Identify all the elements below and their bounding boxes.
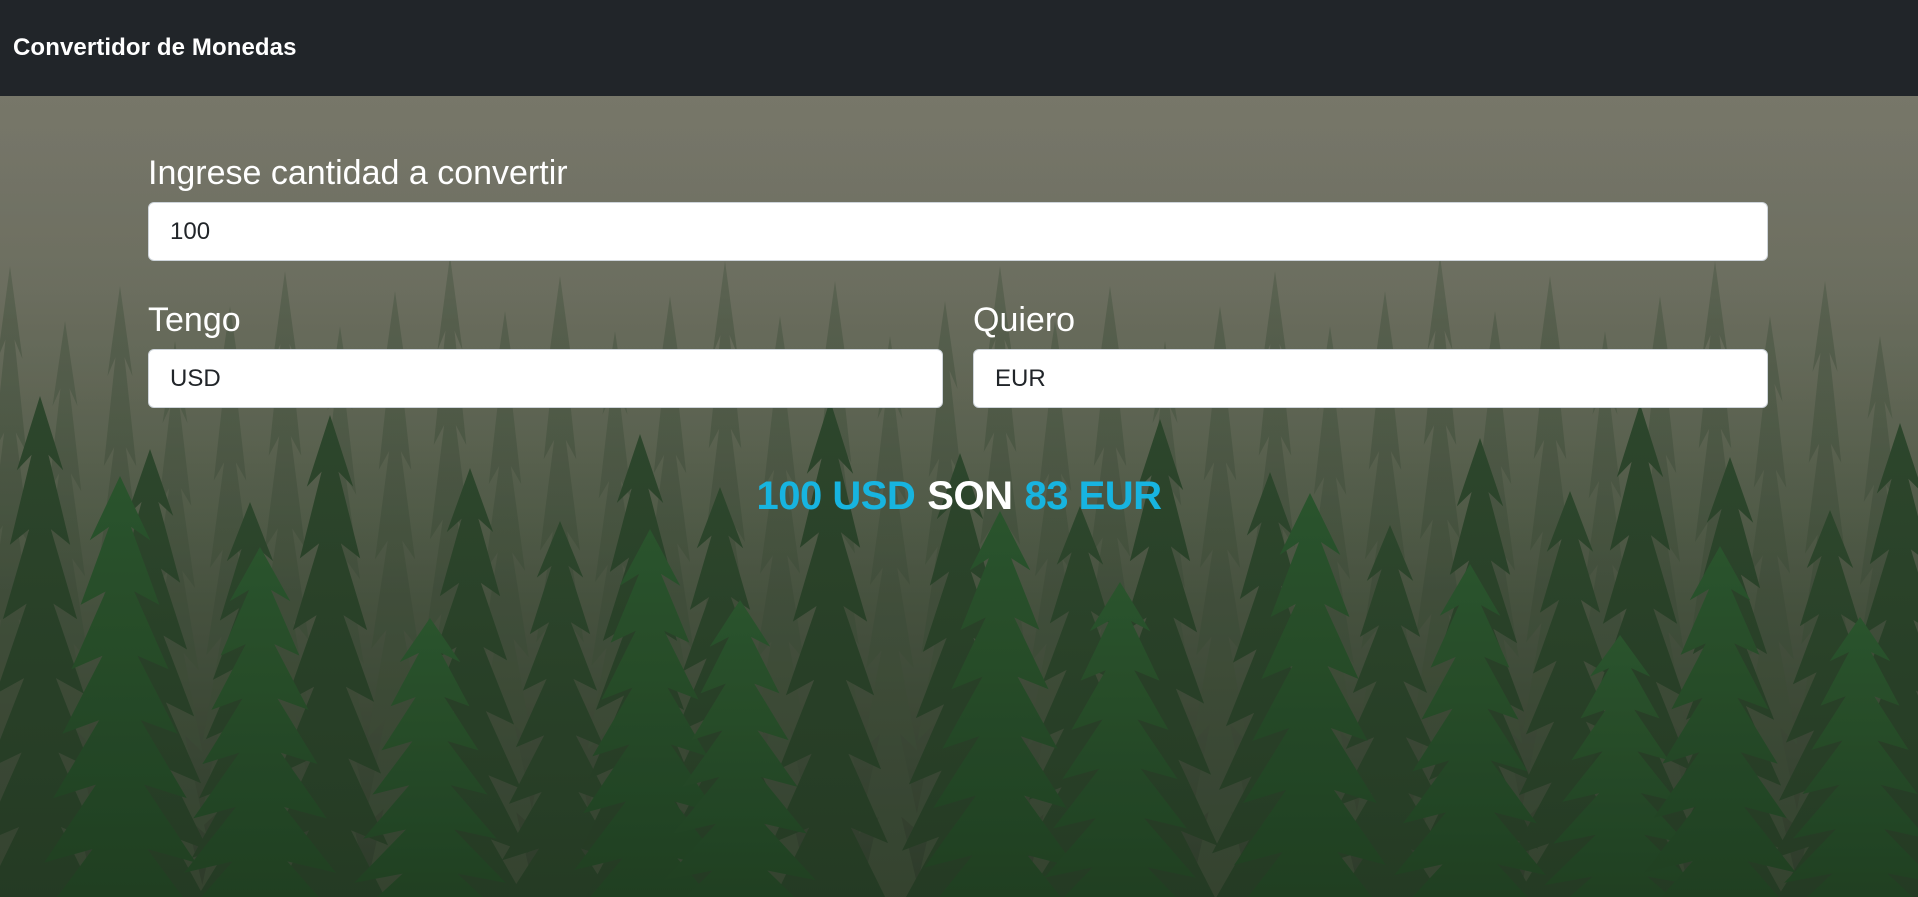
result-to-amount: 83 EUR xyxy=(1024,474,1162,518)
amount-label: Ingrese cantidad a convertir xyxy=(148,154,568,192)
to-currency-input[interactable]: EUR xyxy=(973,349,1768,408)
from-currency-label: Tengo xyxy=(148,301,241,339)
amount-input[interactable]: 100 xyxy=(148,202,1768,261)
to-currency-group: Quiero EUR xyxy=(973,300,1768,408)
amount-group: Ingrese cantidad a convertir 100 xyxy=(148,153,1768,261)
conversion-result: 100 USD SON 83 EUR xyxy=(0,473,1918,519)
result-from-amount: 100 USD xyxy=(756,474,916,518)
result-connector: SON xyxy=(927,474,1013,518)
from-currency-input[interactable]: USD xyxy=(148,349,943,408)
from-currency-group: Tengo USD xyxy=(148,300,943,408)
navbar: Convertidor de Monedas xyxy=(0,0,1918,96)
navbar-brand[interactable]: Convertidor de Monedas xyxy=(13,34,297,62)
page: Convertidor de Monedas Ingrese cantidad … xyxy=(0,0,1918,897)
to-currency-label: Quiero xyxy=(973,301,1076,339)
